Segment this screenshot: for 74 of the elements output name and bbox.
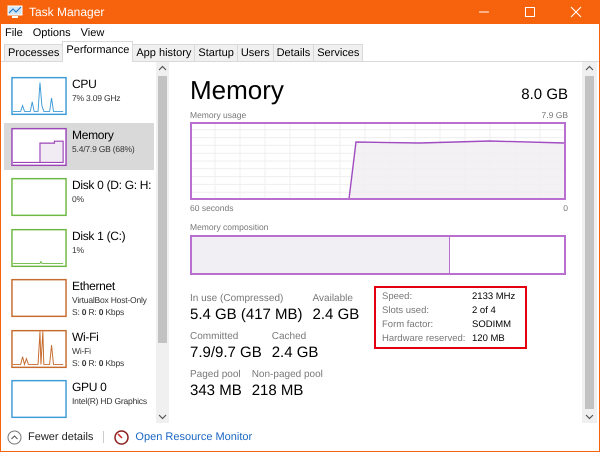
- gauge-icon: [114, 430, 130, 444]
- scrollbar[interactable]: [582, 62, 597, 423]
- item-detail: 7% 3.09 GHz: [72, 93, 120, 103]
- tab[interactable]: Startup: [194, 44, 238, 61]
- tab[interactable]: Performance: [62, 41, 134, 62]
- item-name: Wi-Fi: [72, 330, 100, 344]
- spec-label: Slots used:: [382, 305, 430, 316]
- item-detail: VirtualBox Host-Only: [72, 295, 147, 306]
- item-name: Disk 1 (C:): [72, 228, 126, 243]
- item-detail: 1%: [72, 244, 85, 255]
- tab[interactable]: Users: [236, 44, 274, 61]
- chart-label: Memory composition: [190, 222, 270, 232]
- sidebar-item[interactable]: Disk 1 (C:) 1%: [4, 224, 154, 272]
- item-detail: 0%: [72, 194, 85, 204]
- item-name: Memory: [72, 128, 115, 142]
- menu-item[interactable]: View: [80, 27, 104, 39]
- sidebar-item[interactable]: Wi-Fi Wi-Fi S: 0 R: 0 Kbps: [4, 324, 154, 372]
- scroll-down-icon[interactable]: [585, 413, 594, 420]
- stat-value: 7.9/9.7 GB: [190, 344, 262, 361]
- axis-label: 60 seconds: [190, 203, 234, 213]
- sidebar-item[interactable]: Disk 0 (D: G: H: 0%: [4, 173, 154, 221]
- spec-label: Speed:: [382, 291, 414, 302]
- stat-label: Committed: [190, 331, 240, 342]
- item-detail: S: 0 R: 0 Kbps: [72, 307, 126, 318]
- collapse-icon[interactable]: [7, 430, 22, 444]
- item-name: GPU 0: [72, 380, 108, 394]
- resource-monitor-link[interactable]: Open Resource Monitor: [135, 431, 252, 443]
- tab[interactable]: Processes: [4, 44, 64, 61]
- stat-value: 2.4 GB: [272, 344, 318, 361]
- scrollbar[interactable]: [156, 62, 169, 423]
- spec-label: Form factor:: [382, 319, 434, 330]
- sidebar-item[interactable]: Memory 5.4/7.9 GB (68%): [4, 122, 154, 170]
- sidebar-item[interactable]: GPU 0 Intel(R) HD Graphics: [4, 375, 154, 423]
- scroll-up-icon[interactable]: [585, 65, 594, 72]
- axis-label: 0: [563, 203, 568, 213]
- item-name: Ethernet: [72, 279, 116, 294]
- item-detail: S: 0 R: 0 Kbps: [72, 358, 124, 368]
- stat-label: Available: [312, 293, 354, 304]
- spec-value: SODIMM: [472, 319, 512, 330]
- chart-label: Memory usage: [190, 110, 246, 120]
- scroll-up-icon[interactable]: [158, 65, 167, 72]
- menu-item[interactable]: Options: [32, 27, 71, 39]
- page-heading: Memory: [190, 75, 284, 106]
- stat-label: In use (Compressed): [190, 293, 284, 304]
- tab[interactable]: Details: [272, 44, 314, 61]
- stat-value: 218 MB: [252, 382, 304, 399]
- maximize-icon[interactable]: [523, 5, 537, 19]
- stat-value: 343 MB: [190, 382, 242, 399]
- stat-label: Cached: [272, 331, 308, 342]
- chart-max-label: 7.9 GB: [542, 110, 568, 120]
- fewer-details-link[interactable]: Fewer details: [28, 431, 94, 443]
- close-icon[interactable]: [569, 5, 583, 19]
- item-detail: Wi-Fi: [72, 346, 92, 356]
- stat-label: Non-paged pool: [252, 369, 323, 380]
- item-name: CPU: [72, 77, 98, 91]
- spec-value: 2133 MHz: [472, 291, 516, 302]
- stat-value: 5.4 GB (417 MB): [190, 306, 303, 323]
- sidebar-item[interactable]: CPU 7% 3.09 GHz: [4, 72, 154, 120]
- sidebar-item[interactable]: Ethernet VirtualBox Host-Only S: 0 R: 0 Kbps: [4, 274, 154, 322]
- total-memory: 8.0 GB: [521, 86, 568, 103]
- spec-label: Hardware reserved:: [382, 333, 466, 344]
- spec-value: 2 of 4: [472, 305, 497, 316]
- tab[interactable]: Services: [313, 44, 364, 61]
- item-name: Disk 0 (D: G: H:: [72, 178, 152, 192]
- tab[interactable]: App history: [132, 44, 196, 61]
- menu-item[interactable]: File: [5, 27, 23, 39]
- item-detail: 5.4/7.9 GB (68%): [72, 144, 134, 154]
- spec-value: 120 MB: [472, 333, 506, 344]
- window-title: Task Manager: [29, 5, 106, 19]
- app-icon: [7, 5, 23, 19]
- scroll-down-icon[interactable]: [158, 413, 167, 420]
- item-detail: Intel(R) HD Graphics: [72, 396, 147, 406]
- stat-value: 2.4 GB: [312, 306, 360, 323]
- stat-label: Paged pool: [190, 369, 242, 380]
